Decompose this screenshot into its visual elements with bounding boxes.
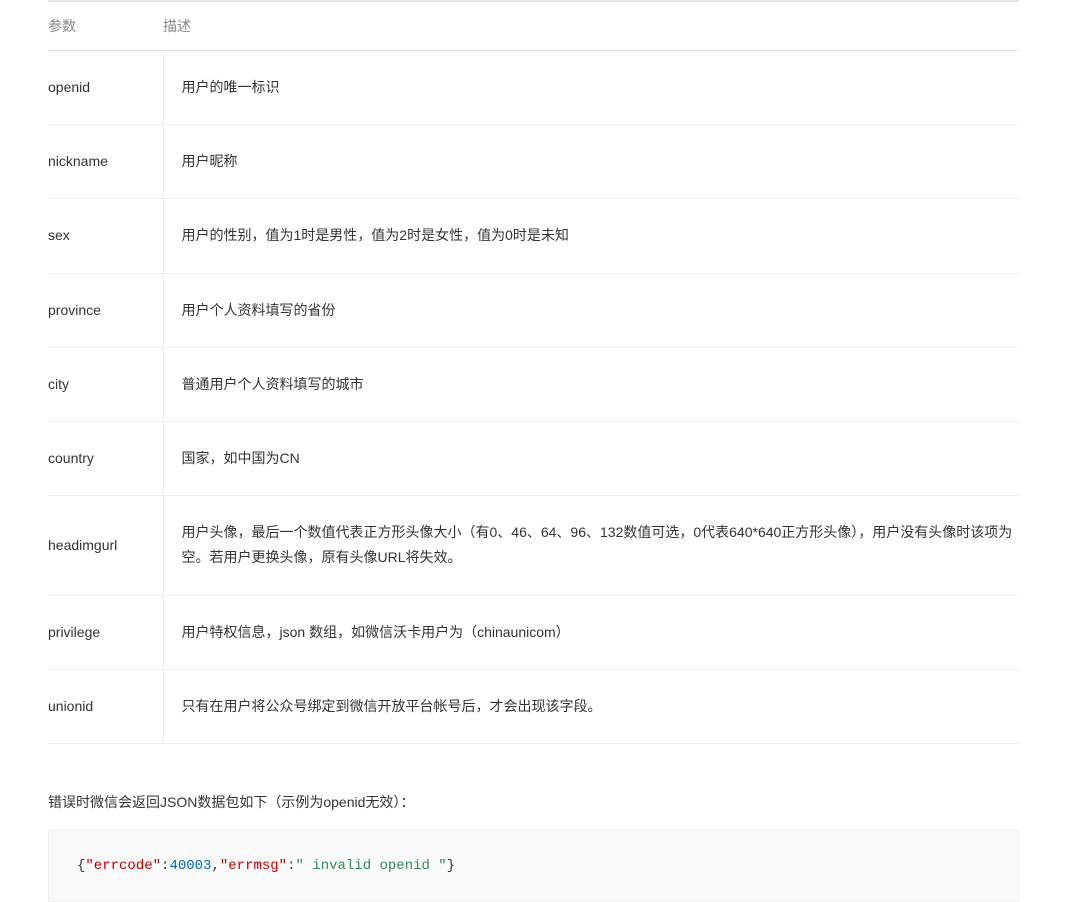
desc-cell: 只有在用户将公众号绑定到微信开放平台帐号后，才会出现该字段。 <box>163 669 1019 743</box>
table-row: nickname 用户昵称 <box>48 125 1019 199</box>
table-row: city 普通用户个人资料填写的城市 <box>48 347 1019 421</box>
code-key: "errmsg" <box>220 858 287 874</box>
code-colon: : <box>161 858 169 874</box>
desc-cell: 普通用户个人资料填写的城市 <box>163 347 1019 421</box>
code-number: 40003 <box>169 858 211 874</box>
table-row: headimgurl 用户头像，最后一个数值代表正方形头像大小（有0、46、64… <box>48 496 1019 595</box>
param-cell: privilege <box>48 595 163 669</box>
code-brace: { <box>77 858 85 874</box>
table-row: openid 用户的唯一标识 <box>48 51 1019 125</box>
table-row: sex 用户的性别，值为1时是男性，值为2时是女性，值为0时是未知 <box>48 199 1019 273</box>
desc-cell: 用户个人资料填写的省份 <box>163 273 1019 347</box>
table-row: country 国家，如中国为CN <box>48 421 1019 495</box>
code-colon: : <box>287 858 295 874</box>
parameters-table: 参数 描述 openid 用户的唯一标识 nickname 用户昵称 sex 用… <box>48 2 1019 744</box>
param-cell: nickname <box>48 125 163 199</box>
param-cell: city <box>48 347 163 421</box>
header-desc: 描述 <box>163 2 1019 51</box>
code-key: "errcode" <box>85 858 161 874</box>
table-row: province 用户个人资料填写的省份 <box>48 273 1019 347</box>
param-cell: province <box>48 273 163 347</box>
error-intro-text: 错误时微信会返回JSON数据包如下（示例为openid无效）： <box>48 792 1019 812</box>
table-body: openid 用户的唯一标识 nickname 用户昵称 sex 用户的性别，值… <box>48 51 1019 744</box>
desc-cell: 用户特权信息，json 数组，如微信沃卡用户为（chinaunicom） <box>163 595 1019 669</box>
param-cell: country <box>48 421 163 495</box>
desc-cell: 国家，如中国为CN <box>163 421 1019 495</box>
code-brace: } <box>447 858 455 874</box>
code-string: " invalid openid " <box>295 858 446 874</box>
param-cell: unionid <box>48 669 163 743</box>
desc-cell: 用户头像，最后一个数值代表正方形头像大小（有0、46、64、96、132数值可选… <box>163 496 1019 595</box>
code-comma: , <box>211 858 219 874</box>
desc-cell: 用户昵称 <box>163 125 1019 199</box>
table-row: privilege 用户特权信息，json 数组，如微信沃卡用户为（chinau… <box>48 595 1019 669</box>
desc-cell: 用户的性别，值为1时是男性，值为2时是女性，值为0时是未知 <box>163 199 1019 273</box>
code-block: {"errcode":40003,"errmsg":" invalid open… <box>48 830 1019 902</box>
param-cell: headimgurl <box>48 496 163 595</box>
header-param: 参数 <box>48 2 163 51</box>
param-cell: openid <box>48 51 163 125</box>
table-row: unionid 只有在用户将公众号绑定到微信开放平台帐号后，才会出现该字段。 <box>48 669 1019 743</box>
param-cell: sex <box>48 199 163 273</box>
desc-cell: 用户的唯一标识 <box>163 51 1019 125</box>
